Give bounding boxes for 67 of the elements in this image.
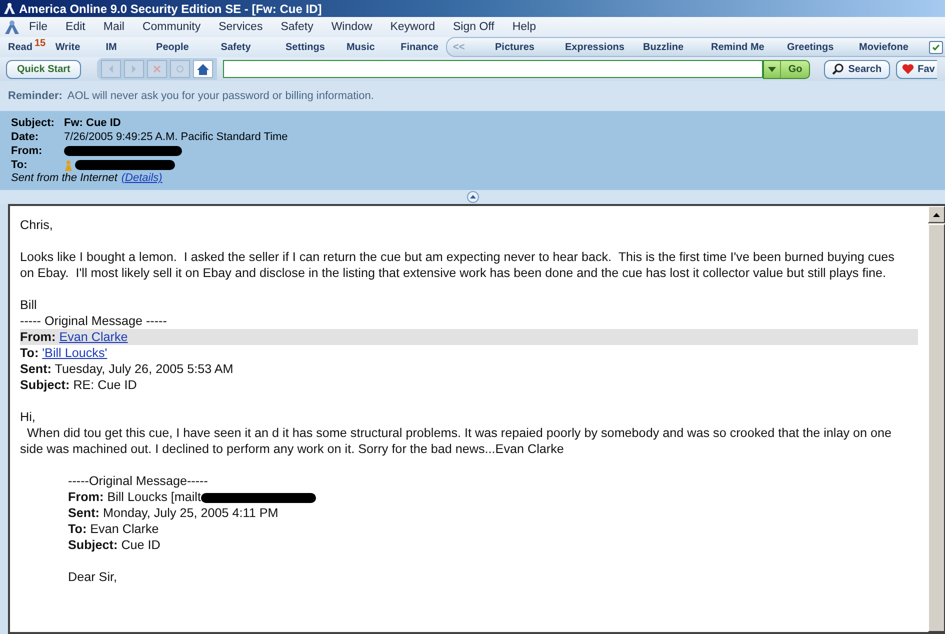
menu-item[interactable]: Help <box>503 21 545 33</box>
message-text: -----Original Message----- <box>68 473 209 489</box>
toolbar-button[interactable]: IM <box>98 42 148 52</box>
toolbar-button[interactable]: Buzzline <box>635 42 703 52</box>
message-text: Dear Sir, <box>68 569 118 585</box>
message-text: Looks like I bought a lemon. I asked the seller if I can return the cue but am expecting never to hear back. This is the first time I've been burned buying cues on Ebay. I'll most likely sell it on Ebay and disclose in the listing that extensive work has been done and the cue has lost it collector value but still plays fine. <box>20 249 896 281</box>
toolbar-button[interactable]: Settings <box>278 42 338 52</box>
message-text: Bill <box>20 297 38 313</box>
toolbar-button[interactable]: People <box>148 42 213 52</box>
collapse-header-icon[interactable] <box>466 191 478 203</box>
go-button[interactable]: Go <box>763 60 810 78</box>
toolbar-button[interactable]: Greetings <box>779 42 851 52</box>
message-header-line: From: Bill Loucks [mailt <box>68 489 928 505</box>
person-icon <box>64 160 73 170</box>
toolbar-checkbox[interactable] <box>929 40 943 54</box>
caret-icon <box>768 66 776 72</box>
message-header-line: To: 'Bill Loucks' <box>20 345 108 361</box>
app-logo-icon <box>3 2 16 15</box>
reminder-text: AOL will never ask you for your password or billing information. <box>67 90 374 102</box>
message-header-line: Sent: Tuesday, July 26, 2005 5:53 AM <box>20 361 234 377</box>
message-text: ----- Original Message ----- <box>20 313 168 329</box>
header-label: To: <box>11 159 28 171</box>
header-label: Subject: <box>11 117 56 129</box>
checkmark-icon <box>932 44 940 50</box>
toolbar-button[interactable]: Music <box>338 42 393 52</box>
toolbar-button[interactable]: Pictures <box>487 42 557 52</box>
header-label: From: <box>11 145 44 157</box>
details-link[interactable]: (Details) <box>121 172 162 186</box>
menu-item[interactable]: File <box>20 21 57 33</box>
menu-item[interactable]: Sign Off <box>444 21 504 33</box>
toolbar-button[interactable]: Write <box>47 42 98 52</box>
toolbar-button[interactable]: Moviefone <box>851 42 921 52</box>
message-header-line: Subject: Cue ID <box>68 537 162 553</box>
toolbar-button[interactable]: Remind Me <box>703 42 779 52</box>
home-icon[interactable] <box>193 60 214 78</box>
toolbar-button[interactable]: Safety <box>212 42 278 52</box>
menu-item[interactable]: Services <box>210 21 272 33</box>
menu-item[interactable]: Mail <box>94 21 134 33</box>
source-note: Sent from the Internet <box>11 172 118 186</box>
search-button[interactable]: Search <box>824 60 890 78</box>
search-icon <box>832 63 844 75</box>
sender-link[interactable]: Evan Clarke <box>59 330 128 344</box>
message-header-line: Subject: RE: Cue ID <box>20 377 138 393</box>
message-text: Hi, <box>20 409 36 425</box>
menu-item[interactable]: Keyword <box>381 21 444 33</box>
address-field[interactable] <box>223 60 764 78</box>
message-header-line: Sent: Monday, July 25, 2005 4:11 PM <box>68 505 280 521</box>
scroll-up-icon[interactable] <box>928 206 945 223</box>
toolbar-button[interactable]: Finance <box>392 42 446 52</box>
header-label: Date: <box>11 131 40 143</box>
menu-item[interactable]: Window <box>322 21 382 33</box>
sender-link[interactable]: 'Bill Loucks' <box>42 346 108 360</box>
header-value: Fw: Cue ID <box>64 117 122 129</box>
message-text: When did tou get this cue, I have seen it an d it has some structural problems. It was repaied poorly by somebody and was so crooked that the inlay on one side was machined out. I declined to perform any work on it. Sorry for the bad news...Evan Clarke <box>20 425 893 457</box>
menu-item[interactable]: Safety <box>272 21 322 33</box>
menu-item[interactable]: Edit <box>56 21 94 33</box>
app-logo-icon[interactable] <box>4 19 20 35</box>
toolbar-button[interactable]: Expressions <box>557 42 635 52</box>
reminder-label: Reminder: <box>8 90 62 102</box>
message-text: Chris, <box>20 217 54 233</box>
header-value: 7/26/2005 9:49:25 A.M. Pacific Standard Time <box>64 131 289 143</box>
favorites-button[interactable]: Fav <box>896 60 937 78</box>
quick-start-button[interactable]: Quick Start <box>6 60 82 78</box>
menu-item[interactable]: Community <box>133 21 210 33</box>
window-title: America Online 9.0 Security Edition SE - [Fw: Cue ID] <box>19 2 322 16</box>
heart-icon <box>902 64 914 74</box>
message-header-line: To: Evan Clarke <box>68 521 160 537</box>
